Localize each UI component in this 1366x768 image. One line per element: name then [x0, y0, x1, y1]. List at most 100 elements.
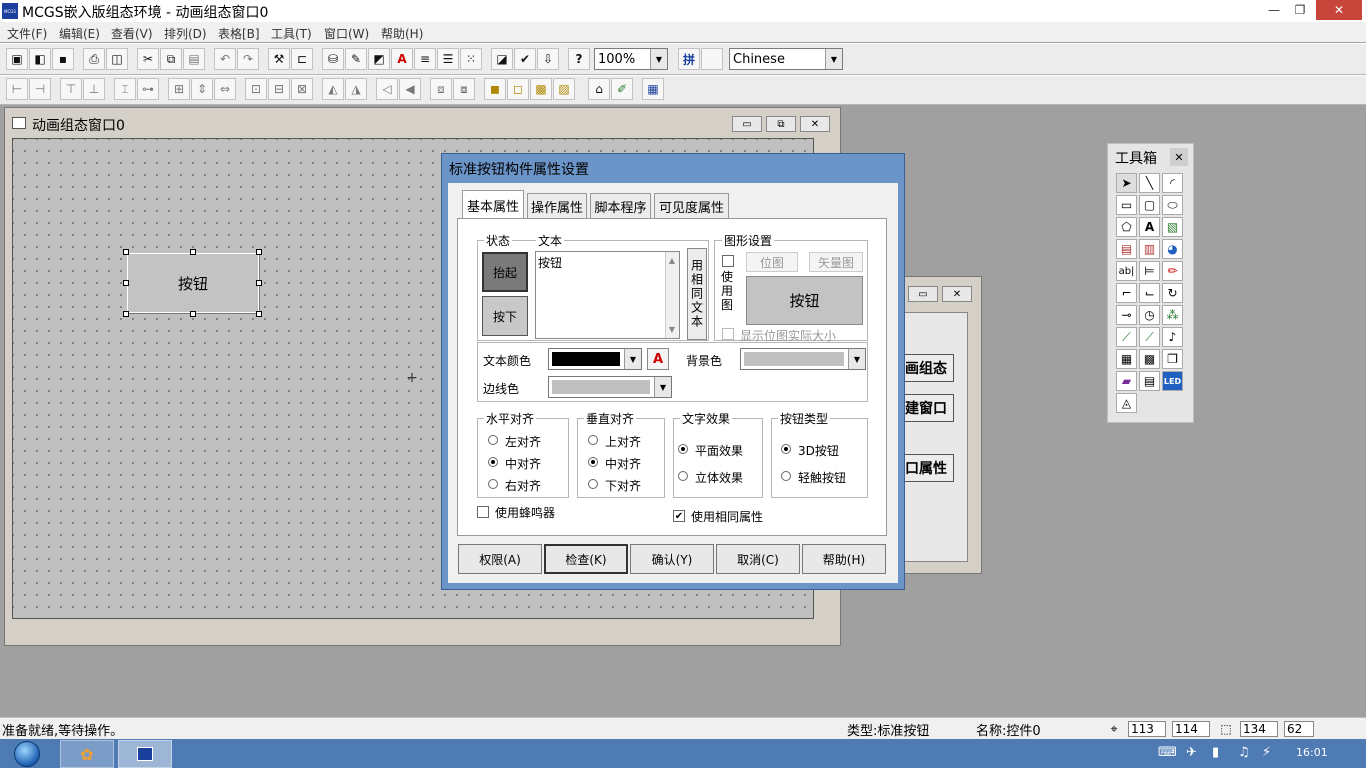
- line-icon[interactable]: ╲: [1139, 173, 1160, 193]
- menu-help[interactable]: 帮助(H): [381, 25, 423, 42]
- backward-icon[interactable]: ▨: [553, 78, 575, 100]
- layout-icon[interactable]: ⊏: [291, 48, 313, 70]
- blank-toolbar-icon[interactable]: [701, 48, 723, 70]
- input-icon[interactable]: ▤: [1116, 239, 1137, 259]
- open-icon[interactable]: ◧: [29, 48, 51, 70]
- halign-left-radio[interactable]: [488, 435, 498, 445]
- menu-table[interactable]: 表格[B]: [218, 25, 260, 42]
- use-same-props-checkbox[interactable]: ✔: [673, 510, 685, 522]
- fill-icon[interactable]: ✐: [611, 78, 633, 100]
- history-trend-icon[interactable]: ⟋: [1139, 327, 1160, 347]
- align-left-icon[interactable]: ⊢: [6, 78, 28, 100]
- tools-icon[interactable]: ⚒: [268, 48, 290, 70]
- toolbox-close-button[interactable]: ✕: [1170, 148, 1188, 166]
- permission-button[interactable]: 权限(A): [458, 544, 542, 574]
- rotation-icon[interactable]: ↻: [1162, 283, 1183, 303]
- check-button[interactable]: 检查(K): [544, 544, 628, 574]
- image-view-icon[interactable]: ◬: [1116, 393, 1137, 413]
- bring-front-icon[interactable]: ◼: [484, 78, 506, 100]
- script-icon[interactable]: ✎: [345, 48, 367, 70]
- mdi-minimize-button[interactable]: ▭: [732, 116, 762, 132]
- device-icon[interactable]: ▮: [1212, 745, 1219, 760]
- print-preview-icon[interactable]: ◫: [106, 48, 128, 70]
- subwindow-icon[interactable]: ❐: [1162, 349, 1183, 369]
- help-button[interactable]: 帮助(H): [802, 544, 886, 574]
- align-right-icon[interactable]: ⊣: [29, 78, 51, 100]
- chevron-down-icon[interactable]: ▼: [650, 49, 667, 69]
- volume-icon[interactable]: ♫: [1238, 745, 1250, 760]
- grid-icon[interactable]: ⁙: [460, 48, 482, 70]
- menu-window[interactable]: 窗口(W): [324, 25, 369, 42]
- power-icon[interactable]: ⚡: [1262, 745, 1271, 760]
- download-icon[interactable]: ⇩: [537, 48, 559, 70]
- slider-icon[interactable]: ⊨: [1139, 261, 1160, 281]
- arc-icon[interactable]: ◜: [1162, 173, 1183, 193]
- pen-icon[interactable]: ✏: [1162, 261, 1183, 281]
- cut-icon[interactable]: ✂: [137, 48, 159, 70]
- context-help-icon[interactable]: ?: [568, 48, 590, 70]
- forward-icon[interactable]: ▩: [530, 78, 552, 100]
- undo-icon[interactable]: ↶: [214, 48, 236, 70]
- input-box-icon[interactable]: ab|: [1116, 261, 1137, 281]
- group-icon[interactable]: ⧈: [430, 78, 452, 100]
- flip-h-icon[interactable]: ◮: [345, 78, 367, 100]
- scroll-up-icon[interactable]: ▲: [665, 253, 679, 267]
- workspace-restore-button[interactable]: ▭: [908, 286, 938, 302]
- tab-operation-properties[interactable]: 操作属性: [527, 193, 587, 218]
- align-list-icon[interactable]: ☰: [437, 48, 459, 70]
- font-icon[interactable]: A: [391, 48, 413, 70]
- resize-handle[interactable]: [123, 280, 129, 286]
- workspace-animation-button[interactable]: 画组态: [898, 354, 954, 382]
- line-style-icon[interactable]: ≡: [414, 48, 436, 70]
- border-color-select[interactable]: ▼: [548, 376, 672, 398]
- menu-file[interactable]: 文件(F): [7, 25, 47, 42]
- taskbar-app-mcgs[interactable]: [118, 740, 172, 768]
- rotate-left-icon[interactable]: ◁: [376, 78, 398, 100]
- state-down-button[interactable]: 按下: [482, 296, 528, 336]
- resize-handle[interactable]: [256, 311, 262, 317]
- tab-visibility-properties[interactable]: 可见度属性: [654, 193, 729, 218]
- report-icon[interactable]: ▩: [1139, 349, 1160, 369]
- tab-basic-properties[interactable]: 基本属性: [462, 190, 524, 219]
- chevron-down-icon[interactable]: ▼: [654, 377, 671, 397]
- chevron-down-icon[interactable]: ▼: [825, 49, 842, 69]
- state-up-button[interactable]: 抬起: [482, 252, 528, 292]
- use-graphic-checkbox[interactable]: [722, 255, 734, 267]
- resize-handle[interactable]: [256, 249, 262, 255]
- restore-button[interactable]: ❐: [1280, 0, 1320, 20]
- start-button[interactable]: [8, 739, 46, 768]
- alarm-icon[interactable]: ♪: [1162, 327, 1183, 347]
- type-touch-radio[interactable]: [781, 471, 791, 481]
- center-v-icon[interactable]: ⊟: [268, 78, 290, 100]
- halign-center-radio[interactable]: [488, 457, 498, 467]
- resize-handle[interactable]: [190, 249, 196, 255]
- indicator-icon[interactable]: ⁂: [1162, 305, 1183, 325]
- align-bottom-icon[interactable]: ⊥: [83, 78, 105, 100]
- rotate-right-icon[interactable]: ◀: [399, 78, 421, 100]
- align-vcenter-icon[interactable]: ⌶: [114, 78, 136, 100]
- bitmap-button[interactable]: 位图: [746, 252, 798, 272]
- menu-tools[interactable]: 工具(T): [271, 25, 312, 42]
- print-icon[interactable]: ⎙: [83, 48, 105, 70]
- same-text-button[interactable]: 用相同文本: [687, 248, 707, 340]
- curve-icon[interactable]: ▰: [1116, 371, 1137, 391]
- vector-button[interactable]: 矢量图: [809, 252, 863, 272]
- menu-arrange[interactable]: 排列(D): [164, 25, 207, 42]
- chevron-down-icon[interactable]: ▼: [848, 349, 865, 369]
- effect-3d-radio[interactable]: [678, 471, 688, 481]
- menu-edit[interactable]: 编辑(E): [59, 25, 100, 42]
- save-icon[interactable]: ▪: [52, 48, 74, 70]
- label-icon[interactable]: ▥: [1139, 239, 1160, 259]
- pointer-icon[interactable]: ➤: [1116, 173, 1137, 193]
- chevron-down-icon[interactable]: ▼: [624, 349, 641, 369]
- halign-right-radio[interactable]: [488, 479, 498, 489]
- text-color-select[interactable]: ▼: [548, 348, 642, 370]
- network-icon[interactable]: ✈: [1186, 745, 1197, 760]
- valign-middle-radio[interactable]: [588, 457, 598, 467]
- center-both-icon[interactable]: ⊠: [291, 78, 313, 100]
- mdi-restore-button[interactable]: ⧉: [766, 116, 796, 132]
- confirm-button[interactable]: 确认(Y): [630, 544, 714, 574]
- show-actual-size-checkbox[interactable]: [722, 328, 734, 340]
- switch-icon[interactable]: ⊸: [1116, 305, 1137, 325]
- ungroup-icon[interactable]: ⧇: [453, 78, 475, 100]
